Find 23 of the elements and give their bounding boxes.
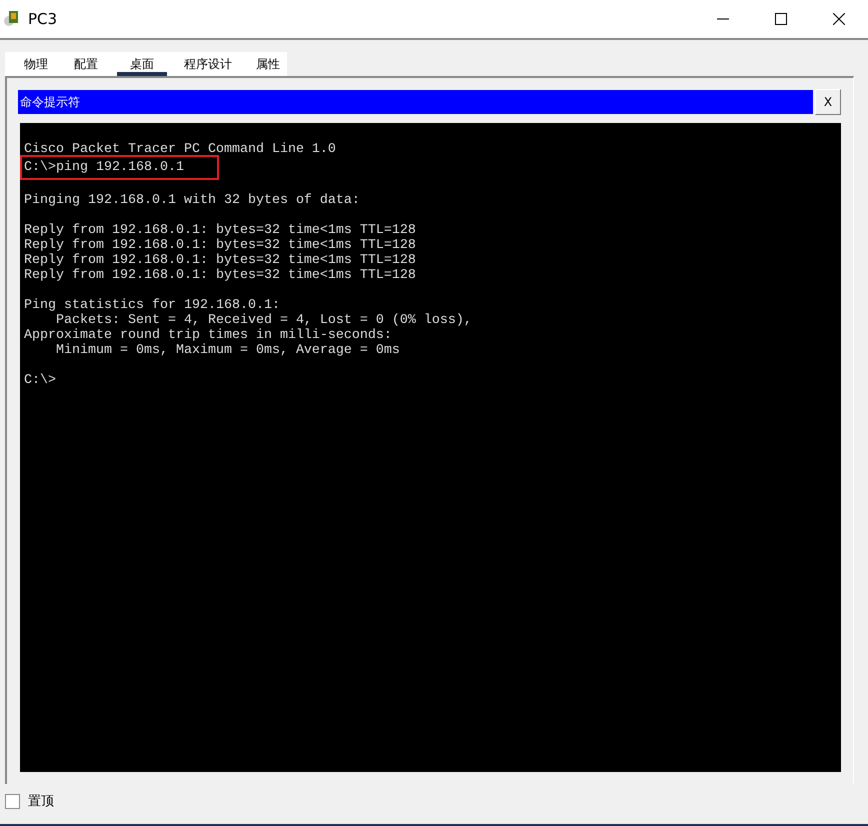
terminal-line: Reply from 192.168.0.1: bytes=32 time<1ms TTL=128 [24, 253, 416, 268]
terminal-line: C:\> [24, 373, 56, 388]
tab[interactable]: 属性 [249, 52, 287, 76]
terminal-line: Reply from 192.168.0.1: bytes=32 time<1ms TTL=128 [24, 223, 416, 238]
close-icon[interactable] [833, 13, 845, 25]
close-button[interactable]: X [815, 89, 841, 115]
terminal-line: Approximate round trip times in milli-seconds: [24, 328, 392, 343]
checkbox[interactable] [5, 794, 20, 808]
terminal-line: Reply from 192.168.0.1: bytes=32 time<1ms TTL=128 [24, 268, 416, 283]
terminal-line: Reply from 192.168.0.1: bytes=32 time<1ms TTL=128 [24, 238, 416, 253]
panel-title: 命令提示符 [18, 90, 813, 114]
tab[interactable]: 物理 [17, 52, 55, 76]
terminal-line: Ping statistics for 192.168.0.1: [24, 298, 280, 313]
terminal-line: Minimum = 0ms, Maximum = 0ms, Average = 0ms [54, 343, 400, 358]
terminal-line: Cisco Packet Tracer PC Command Line 1.0 [24, 142, 336, 157]
checkbox-label: 置顶 [28, 793, 54, 810]
maximize-icon[interactable] [775, 13, 787, 25]
tab[interactable]: 配置 [67, 52, 105, 76]
window-title: PC3 [28, 10, 58, 28]
terminal-line: C:\>ping 192.168.0.1 [22, 157, 217, 178]
tab[interactable]: 程序设计 [179, 52, 237, 76]
terminal-line: Pinging 192.168.0.1 with 32 bytes of data: [24, 193, 360, 208]
terminal-line: Packets: Sent = 4, Received = 4, Lost = 0 (0% loss), [54, 313, 472, 328]
